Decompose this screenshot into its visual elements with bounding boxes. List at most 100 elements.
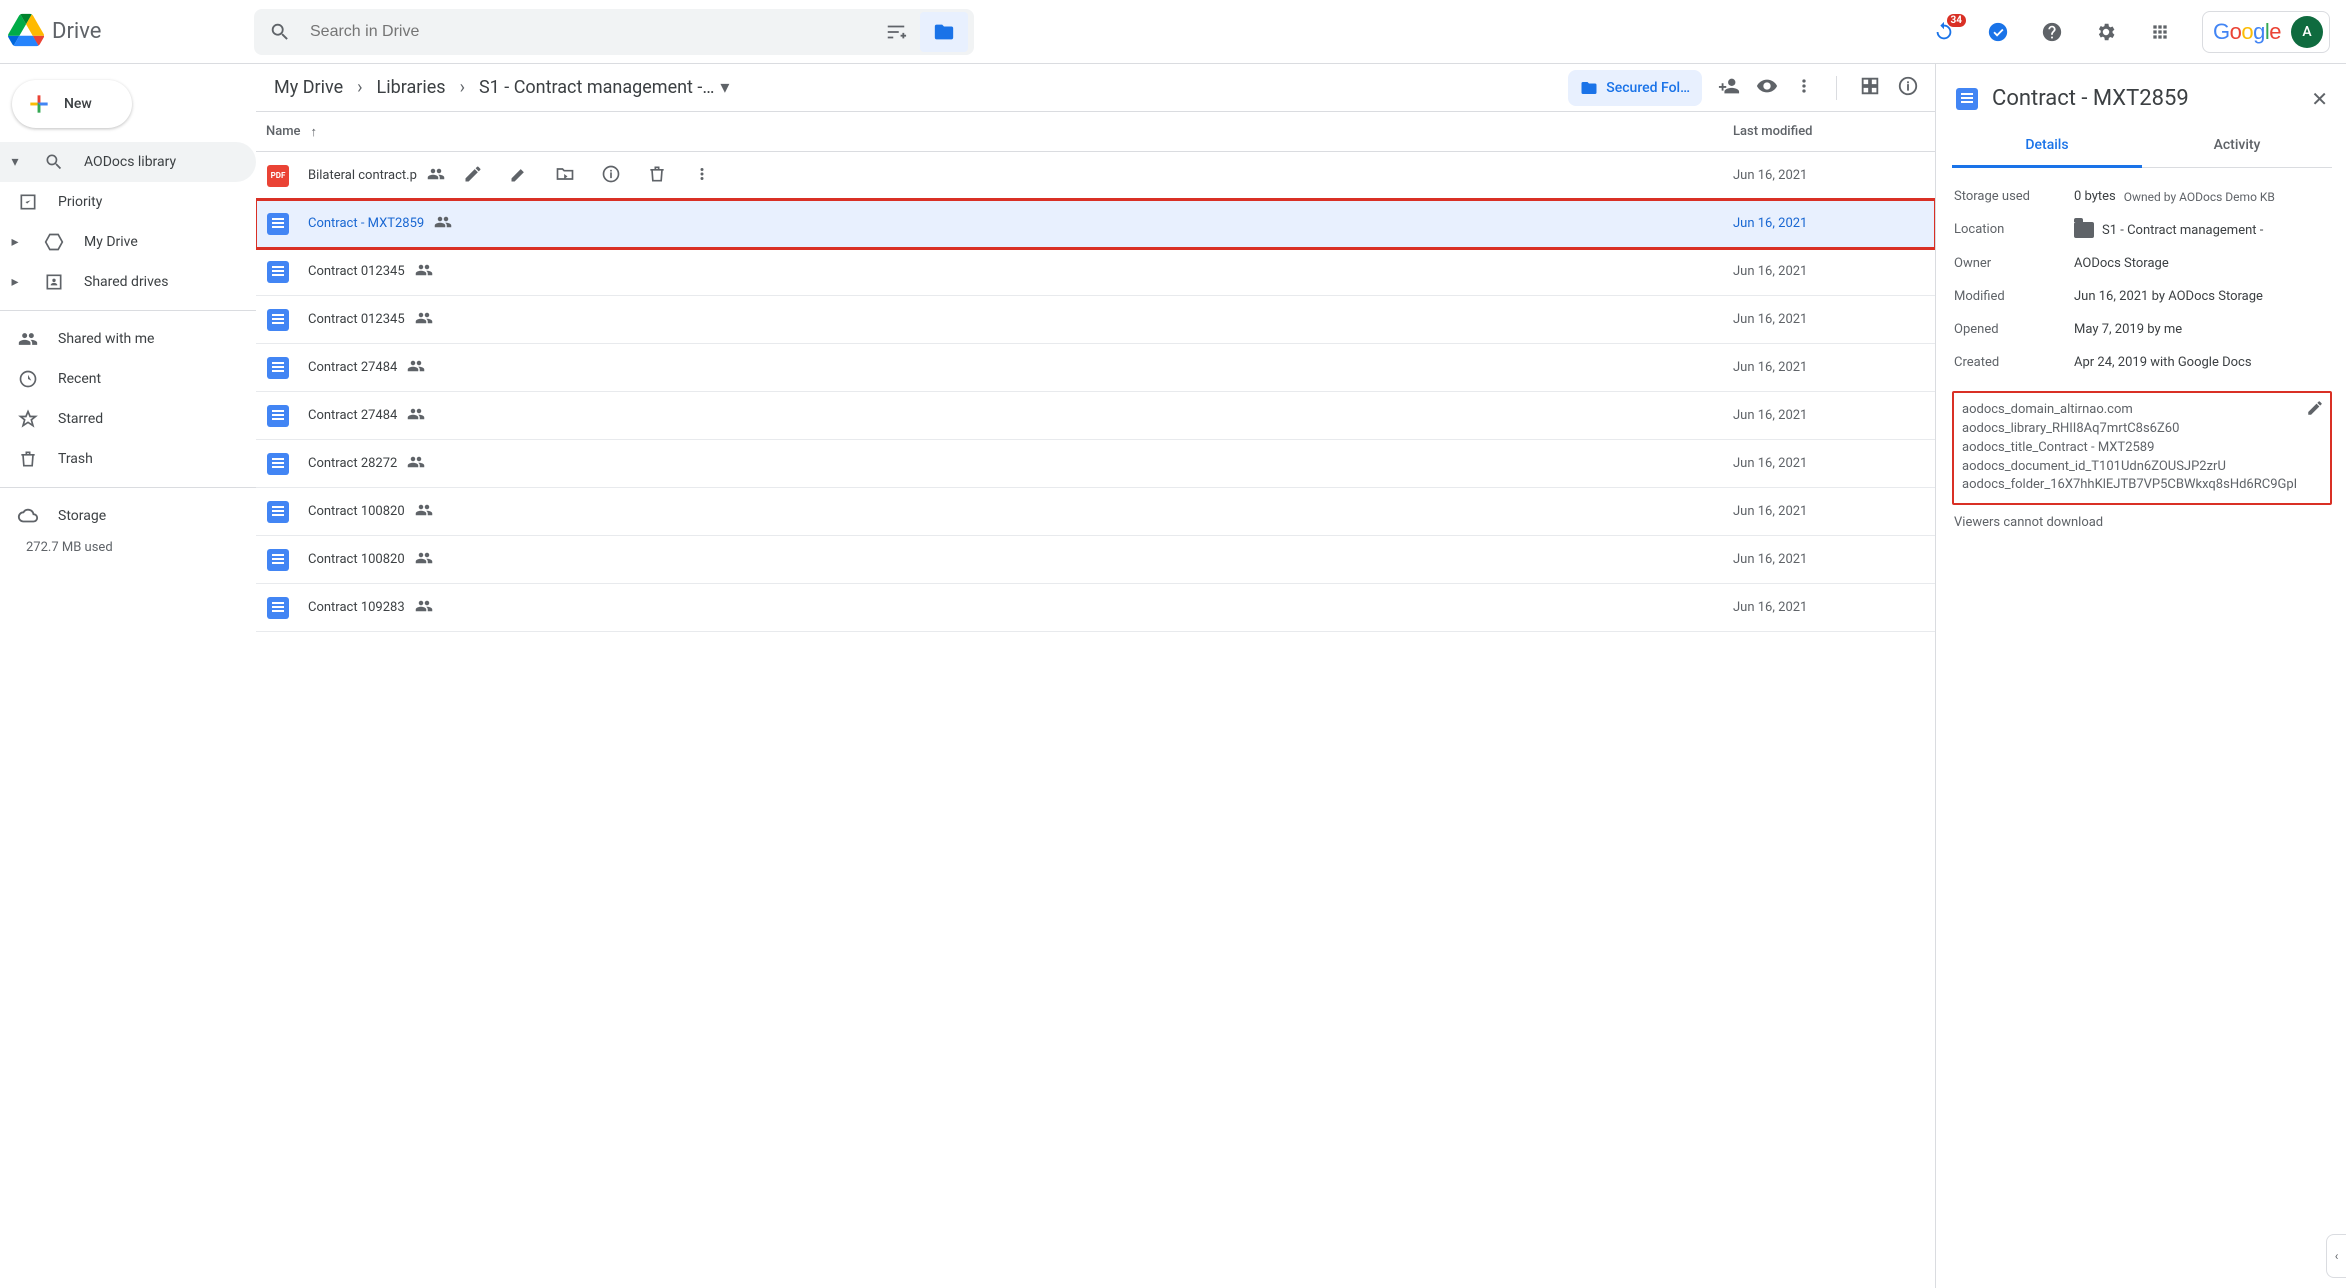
star-icon [16, 409, 40, 429]
prop-owner-value: AODocs Storage [2074, 256, 2330, 271]
file-date: Jun 16, 2021 [1733, 312, 1913, 327]
prop-opened-key: Opened [1954, 322, 2074, 337]
file-row[interactable]: Contract - MXT2859Jun 16, 2021 [256, 200, 1935, 248]
info-icon[interactable] [1897, 75, 1919, 101]
file-row[interactable]: Contract 28272 Jun 16, 2021 [256, 440, 1935, 488]
doc-icon [267, 549, 289, 571]
file-row[interactable]: Contract 27484Jun 16, 2021 [256, 344, 1935, 392]
sidebar-item-my-drive[interactable]: ▸ My Drive [0, 222, 256, 262]
sidebar-item-label: Priority [58, 194, 102, 210]
brand[interactable]: Drive [8, 12, 246, 52]
priority-icon [16, 192, 40, 212]
tab-details[interactable]: Details [1952, 125, 2142, 168]
chevron-right-icon[interactable]: ▸ [6, 234, 24, 250]
doc-icon [267, 501, 289, 523]
open-with-icon[interactable] [463, 164, 483, 188]
sidebar-item-storage[interactable]: Storage [0, 496, 256, 536]
breadcrumb-libraries[interactable]: Libraries [371, 73, 452, 102]
settings-gear-icon[interactable] [2086, 12, 2126, 52]
secured-folder-pill[interactable]: Secured Fol… [1568, 70, 1702, 106]
move-to-icon[interactable] [555, 164, 575, 188]
chevron-down-icon: ▾ [720, 77, 729, 98]
file-row[interactable]: PDFBilateral contract.pJun 16, 2021 [256, 152, 1935, 200]
chevron-right-icon[interactable]: ▸ [6, 274, 24, 290]
file-row[interactable]: Contract 100820Jun 16, 2021 [256, 536, 1935, 584]
breadcrumb-current[interactable]: S1 - Contract management -… ▾ [473, 73, 735, 102]
mydrive-icon [42, 232, 66, 252]
drive-logo-icon [8, 12, 44, 52]
shared-icon [415, 597, 433, 619]
column-last-modified[interactable]: Last modified [1733, 124, 1913, 139]
sidebar-item-label: Recent [58, 371, 101, 387]
preview-eye-icon[interactable] [1756, 75, 1778, 101]
file-date: Jun 16, 2021 [1733, 216, 1913, 231]
file-date: Jun 16, 2021 [1733, 264, 1913, 279]
prop-location-value[interactable]: S1 - Contract management - [2074, 222, 2330, 238]
file-row[interactable]: Contract 100820Jun 16, 2021 [256, 488, 1935, 536]
shared-icon [415, 549, 433, 571]
sidebar-item-label: Trash [58, 451, 93, 467]
description-box[interactable]: aodocs_domain_altirnao.com aodocs_librar… [1952, 391, 2332, 505]
file-row[interactable]: Contract 109283Jun 16, 2021 [256, 584, 1935, 632]
more-vert-icon[interactable] [693, 165, 711, 187]
edit-pencil-icon[interactable] [2306, 399, 2324, 424]
sidebar-item-aodocs-library[interactable]: ▾ AODocs library [0, 142, 256, 182]
storage-used: 272.7 MB used [0, 536, 256, 555]
file-name: Contract 109283 [308, 600, 405, 615]
file-name: Contract 100820 [308, 552, 405, 567]
file-name: Contract 27484 [308, 408, 397, 423]
sidebar-item-label: Shared drives [84, 274, 168, 290]
file-row[interactable]: Contract 012345 Jun 16, 2021 [256, 248, 1935, 296]
sidebar-item-priority[interactable]: Priority [0, 182, 256, 222]
search-input[interactable] [300, 23, 876, 41]
chevron-down-icon[interactable]: ▾ [6, 154, 24, 170]
file-row[interactable]: Contract 27484 Jun 16, 2021 [256, 392, 1935, 440]
sidebar-item-shared-drives[interactable]: ▸ Shared drives [0, 262, 256, 302]
file-date: Jun 16, 2021 [1733, 456, 1913, 471]
breadcrumb-my-drive[interactable]: My Drive [268, 73, 349, 102]
apps-grid-icon[interactable] [2140, 12, 2180, 52]
column-name[interactable]: Name ↑ [266, 124, 1733, 140]
tab-activity[interactable]: Activity [2142, 125, 2332, 167]
sync-icon[interactable]: 34 [1924, 12, 1964, 52]
share-person-add-icon[interactable] [1718, 75, 1740, 101]
close-icon[interactable]: ✕ [2311, 87, 2328, 111]
trash-icon[interactable] [647, 164, 667, 188]
sidebar-item-shared-with-me[interactable]: Shared with me [0, 319, 256, 359]
account-switcher[interactable]: Google A [2202, 11, 2330, 53]
search-icon[interactable] [260, 12, 300, 52]
edit-pencil-icon[interactable] [509, 164, 529, 188]
secured-folder-label: Secured Fol… [1606, 80, 1690, 96]
file-name: Contract 28272 [308, 456, 397, 471]
details-panel: Contract - MXT2859 ✕ Details Activity St… [1936, 64, 2346, 1288]
sidebar-item-starred[interactable]: Starred [0, 399, 256, 439]
file-date: Jun 16, 2021 [1733, 408, 1913, 423]
doc-icon [267, 213, 289, 235]
offline-ready-icon[interactable] [1978, 12, 2018, 52]
avatar[interactable]: A [2291, 16, 2323, 48]
doc-icon [267, 453, 289, 475]
new-button[interactable]: New [12, 80, 132, 128]
chevron-right-icon: › [353, 77, 366, 98]
search-options-icon[interactable] [876, 12, 916, 52]
toolbar-icons [1706, 75, 1923, 101]
prop-created-value: Apr 24, 2019 with Google Docs [2074, 355, 2330, 370]
toolbar: My Drive › Libraries › S1 - Contract man… [256, 64, 1935, 112]
sidebar-item-label: Storage [58, 508, 106, 524]
file-row[interactable]: Contract 012345Jun 16, 2021 [256, 296, 1935, 344]
smartbar-folder-search-icon[interactable] [920, 12, 968, 52]
sidebar-item-label: Starred [58, 411, 103, 427]
collapse-side-panel[interactable]: ‹ [2326, 1234, 2346, 1278]
prop-created-key: Created [1954, 355, 2074, 370]
shared-icon [415, 309, 433, 331]
description-text: aodocs_domain_altirnao.com aodocs_librar… [1962, 402, 2297, 492]
more-vert-icon[interactable] [1794, 76, 1814, 100]
prop-location-key: Location [1954, 222, 2074, 237]
help-icon[interactable] [2032, 12, 2072, 52]
sidebar-item-trash[interactable]: Trash [0, 439, 256, 479]
info-icon[interactable] [601, 164, 621, 188]
sidebar-item-recent[interactable]: Recent [0, 359, 256, 399]
grid-view-icon[interactable] [1859, 75, 1881, 101]
file-name: Contract 012345 [308, 264, 405, 279]
sidebar-item-label: My Drive [84, 234, 138, 250]
